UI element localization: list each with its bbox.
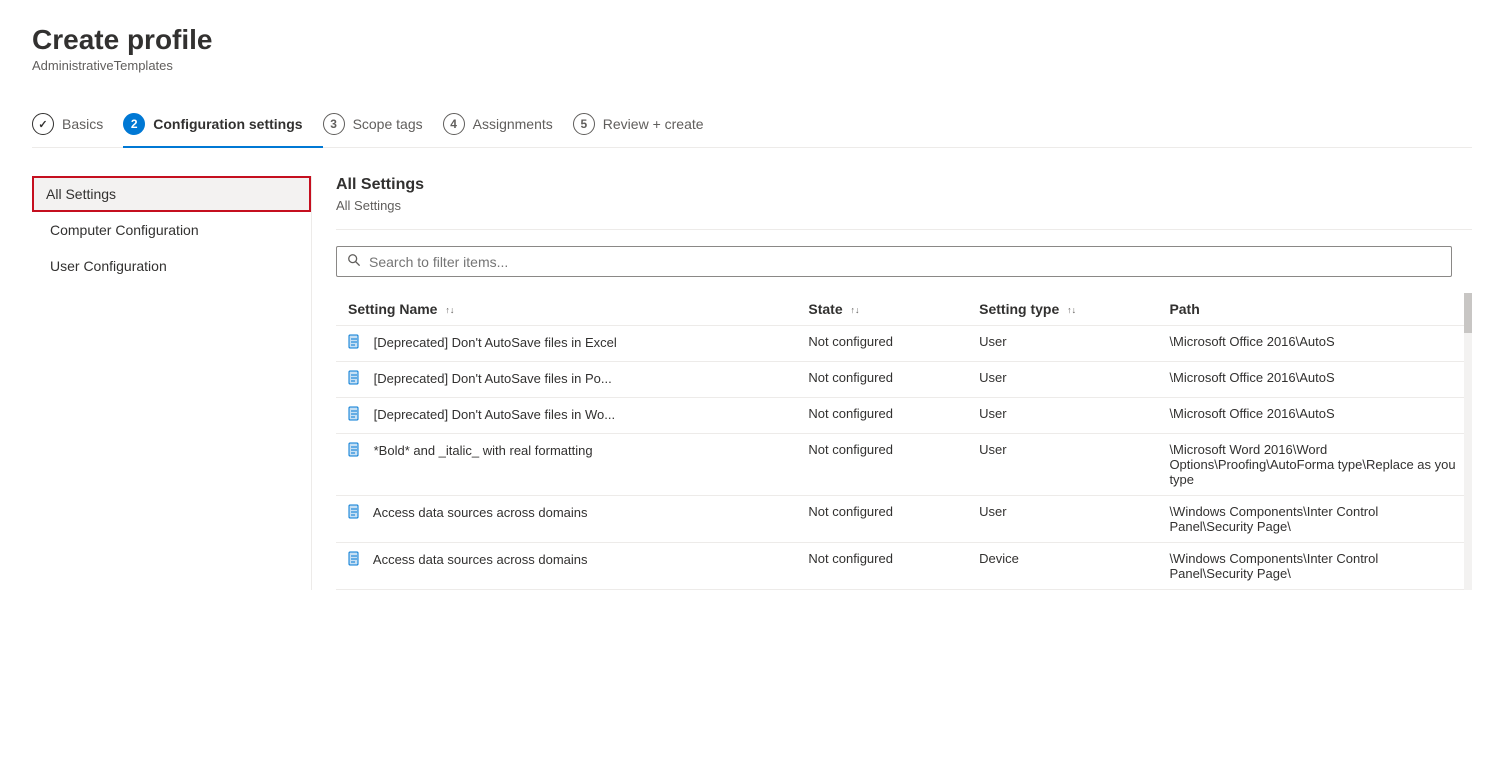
cell-setting-type: User [967, 362, 1157, 398]
table-row[interactable]: [Deprecated] Don't AutoSave files in Po.… [336, 362, 1472, 398]
sidebar-item-all-settings[interactable]: All Settings [32, 176, 311, 212]
step-basics-badge: ✓ [32, 113, 54, 135]
row-doc-icon [348, 504, 362, 523]
setting-name-text: [Deprecated] Don't AutoSave files in Wo.… [374, 407, 615, 422]
table-row[interactable]: [Deprecated] Don't AutoSave files in Wo.… [336, 398, 1472, 434]
main-content: All Settings All Settings Setting Name [336, 176, 1472, 590]
cell-path: \Microsoft Word 2016\Word Options\Proofi… [1157, 434, 1472, 496]
cell-path: \Windows Components\Inter Control Panel\… [1157, 496, 1472, 543]
sort-setting-name[interactable]: ↑↓ [445, 306, 454, 315]
cell-setting-name: Access data sources across domains [336, 496, 796, 543]
step-basics[interactable]: ✓ Basics [32, 101, 123, 147]
step-review[interactable]: 5 Review + create [573, 101, 724, 147]
cell-setting-name: *Bold* and _italic_ with real formatting [336, 434, 796, 496]
cell-setting-type: User [967, 326, 1157, 362]
cell-path: \Microsoft Office 2016\AutoS [1157, 398, 1472, 434]
step-config-label: Configuration settings [153, 116, 302, 132]
cell-setting-type: User [967, 398, 1157, 434]
cell-path: \Microsoft Office 2016\AutoS [1157, 326, 1472, 362]
row-doc-icon [348, 334, 362, 353]
step-scope[interactable]: 3 Scope tags [323, 101, 443, 147]
step-assignments[interactable]: 4 Assignments [443, 101, 573, 147]
table-row[interactable]: Access data sources across domains Not c… [336, 543, 1472, 590]
cell-path: \Microsoft Office 2016\AutoS [1157, 362, 1472, 398]
scrollbar-track[interactable] [1464, 293, 1472, 590]
col-state[interactable]: State ↑↓ [796, 293, 967, 326]
step-config[interactable]: 2 Configuration settings [123, 101, 322, 147]
search-icon [347, 253, 361, 270]
scrollbar-thumb[interactable] [1464, 293, 1472, 333]
row-doc-icon [348, 551, 362, 570]
row-doc-icon [348, 370, 362, 389]
cell-setting-name: [Deprecated] Don't AutoSave files in Po.… [336, 362, 796, 398]
row-doc-icon [348, 406, 362, 425]
page-subtitle: AdministrativeTemplates [32, 58, 1472, 73]
wizard-steps: ✓ Basics 2 Configuration settings 3 Scop… [32, 101, 1472, 148]
cell-state: Not configured [796, 434, 967, 496]
cell-state: Not configured [796, 362, 967, 398]
setting-name-text: [Deprecated] Don't AutoSave files in Exc… [374, 335, 617, 350]
sidebar: All Settings Computer Configuration User… [32, 176, 312, 590]
search-input[interactable] [369, 254, 1441, 270]
col-path[interactable]: Path [1157, 293, 1472, 326]
table-wrapper: Setting Name ↑↓ State ↑↓ Setting type ↑↓ [336, 293, 1472, 590]
step-review-label: Review + create [603, 116, 704, 132]
sidebar-item-user-config[interactable]: User Configuration [32, 248, 311, 284]
cell-state: Not configured [796, 398, 967, 434]
col-setting-name[interactable]: Setting Name ↑↓ [336, 293, 796, 326]
cell-state: Not configured [796, 496, 967, 543]
step-basics-label: Basics [62, 116, 103, 132]
cell-setting-name: [Deprecated] Don't AutoSave files in Exc… [336, 326, 796, 362]
sidebar-item-user-config-label: User Configuration [50, 258, 167, 274]
section-title: All Settings [336, 176, 1472, 194]
cell-state: Not configured [796, 543, 967, 590]
setting-name-text: *Bold* and _italic_ with real formatting [374, 443, 593, 458]
sidebar-item-all-settings-label: All Settings [46, 186, 116, 202]
page-container: Create profile AdministrativeTemplates ✓… [0, 0, 1504, 614]
step-scope-label: Scope tags [353, 116, 423, 132]
table-row[interactable]: [Deprecated] Don't AutoSave files in Exc… [336, 326, 1472, 362]
table-row[interactable]: Access data sources across domains Not c… [336, 496, 1472, 543]
cell-setting-type: User [967, 434, 1157, 496]
divider [336, 229, 1472, 230]
page-title: Create profile [32, 24, 1472, 56]
step-config-badge: 2 [123, 113, 145, 135]
setting-name-text: [Deprecated] Don't AutoSave files in Po.… [374, 371, 612, 386]
row-doc-icon [348, 442, 362, 461]
breadcrumb: All Settings [336, 198, 1472, 213]
sidebar-item-computer-config-label: Computer Configuration [50, 222, 199, 238]
step-assignments-label: Assignments [473, 116, 553, 132]
cell-setting-type: Device [967, 543, 1157, 590]
setting-name-text: Access data sources across domains [373, 552, 588, 567]
sort-state[interactable]: ↑↓ [851, 306, 860, 315]
content-area: All Settings Computer Configuration User… [32, 176, 1472, 590]
cell-setting-type: User [967, 496, 1157, 543]
setting-name-text: Access data sources across domains [373, 505, 588, 520]
cell-setting-name: Access data sources across domains [336, 543, 796, 590]
table-row[interactable]: *Bold* and _italic_ with real formatting… [336, 434, 1472, 496]
step-scope-badge: 3 [323, 113, 345, 135]
sidebar-item-computer-config[interactable]: Computer Configuration [32, 212, 311, 248]
cell-path: \Windows Components\Inter Control Panel\… [1157, 543, 1472, 590]
settings-table: Setting Name ↑↓ State ↑↓ Setting type ↑↓ [336, 293, 1472, 590]
cell-setting-name: [Deprecated] Don't AutoSave files in Wo.… [336, 398, 796, 434]
step-assignments-badge: 4 [443, 113, 465, 135]
col-setting-type[interactable]: Setting type ↑↓ [967, 293, 1157, 326]
cell-state: Not configured [796, 326, 967, 362]
sort-setting-type[interactable]: ↑↓ [1067, 306, 1076, 315]
search-bar [336, 246, 1452, 277]
step-review-badge: 5 [573, 113, 595, 135]
